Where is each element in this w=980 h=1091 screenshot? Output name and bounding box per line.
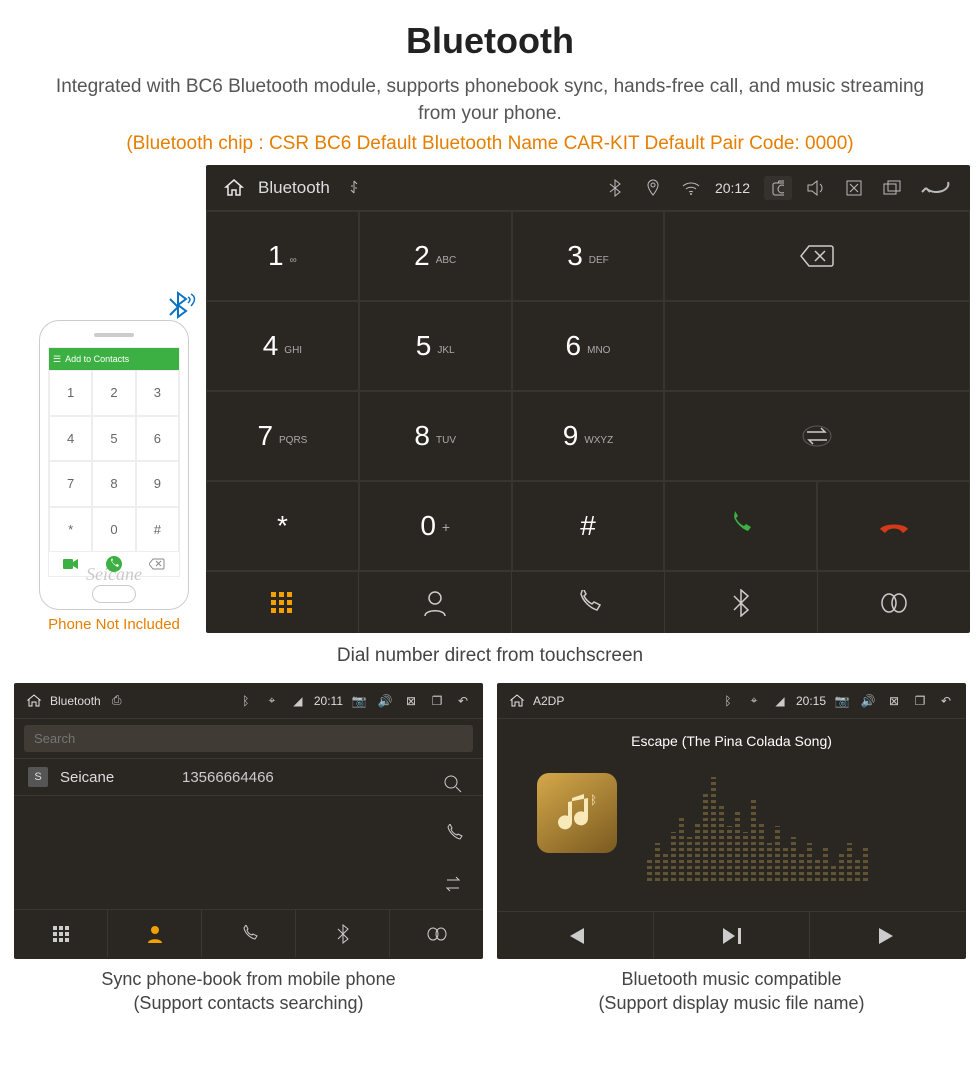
dialpad-key-0[interactable]: 0+ — [359, 481, 512, 571]
contact-name: Seicane — [60, 769, 170, 786]
wifi-icon: ◢ — [770, 694, 790, 708]
call-icon[interactable] — [443, 824, 463, 844]
close-icon[interactable]: ⊠ — [884, 694, 904, 708]
back-icon[interactable] — [916, 179, 956, 197]
tab-bluetooth[interactable] — [296, 910, 390, 957]
music-note-icon: ᛒ — [537, 773, 617, 853]
tab-pair[interactable] — [818, 572, 970, 633]
dialpad-empty-1 — [664, 301, 970, 391]
tab-dialpad[interactable] — [14, 910, 108, 957]
song-title: Escape (The Pina Colada Song) — [631, 733, 832, 749]
status-bar: Bluetooth 20:12 — [206, 165, 970, 211]
phonebook-caption: Sync phone-book from mobile phone(Suppor… — [14, 967, 483, 1016]
dialpad-key-6[interactable]: 6MNO — [512, 301, 665, 391]
wifi-icon — [677, 181, 705, 195]
dialpad-key-5[interactable]: 5JKL — [359, 301, 512, 391]
location-icon — [639, 179, 667, 197]
tab-contacts[interactable] — [359, 572, 512, 633]
watermark: Seicane — [86, 564, 142, 585]
dialpad-key-4[interactable]: 4GHI — [206, 301, 359, 391]
app-title: A2DP — [533, 694, 564, 708]
clock-time: 20:15 — [796, 694, 826, 708]
page-description: Integrated with BC6 Bluetooth module, su… — [40, 74, 940, 127]
home-icon[interactable] — [220, 177, 248, 199]
recent-apps-icon[interactable] — [878, 180, 906, 196]
recent-apps-icon[interactable]: ❐ — [427, 694, 447, 708]
dialpad: 1∞ 2ABC 3DEF 4GHI 5JKL 6MNO 7PQRS 8TUV 9… — [206, 211, 970, 571]
camera-icon[interactable] — [764, 176, 792, 200]
dialpad-backspace[interactable] — [664, 211, 970, 301]
head-unit-dialer: Bluetooth 20:12 1∞ 2ABC 3DEF 4GHI 5JKL 6… — [206, 165, 970, 633]
bluetooth-status-icon: ᛒ — [236, 694, 256, 708]
dialpad-swap-button[interactable] — [664, 391, 970, 481]
dialpad-key-8[interactable]: 8TUV — [359, 391, 512, 481]
close-icon[interactable]: ⊠ — [401, 694, 421, 708]
location-icon: ⌖ — [744, 693, 764, 708]
tab-pair[interactable] — [390, 910, 483, 957]
wifi-icon: ◢ — [288, 694, 308, 708]
play-pause-button[interactable] — [654, 912, 811, 959]
dialpad-key-1[interactable]: 1∞ — [206, 211, 359, 301]
dialer-caption: Dial number direct from touchscreen — [0, 645, 980, 667]
contact-row[interactable]: S Seicane 13566664466 — [14, 759, 483, 796]
dialpad-key-9[interactable]: 9WXYZ — [512, 391, 665, 481]
equalizer-visual — [647, 771, 946, 881]
phone-topbar: ☰ Add to Contacts — [49, 348, 179, 370]
camera-icon[interactable]: 📷 — [832, 694, 852, 708]
recent-apps-icon[interactable]: ❐ — [910, 694, 930, 708]
music-panel: A2DP ᛒ ⌖ ◢ 20:15 📷 🔊 ⊠ ❐ ↶ Escape (The P… — [497, 683, 966, 959]
clock-time: 20:12 — [715, 180, 750, 196]
phonebook-panel: Bluetooth ⎙ ᛒ ⌖ ◢ 20:11 📷 🔊 ⊠ ❐ ↶ S Seic… — [14, 683, 483, 959]
bluetooth-status-icon — [601, 179, 629, 197]
app-title: Bluetooth — [258, 178, 330, 198]
tab-bluetooth[interactable] — [665, 572, 818, 633]
tab-dialpad[interactable] — [206, 572, 359, 633]
tab-history[interactable] — [202, 910, 296, 957]
next-track-button[interactable] — [810, 912, 966, 959]
backspace-icon — [136, 552, 179, 576]
home-icon[interactable] — [507, 693, 527, 709]
bluetooth-status-icon: ᛒ — [718, 694, 738, 708]
phone-not-included-note: Phone Not Included — [30, 616, 198, 633]
music-caption: Bluetooth music compatible(Support displ… — [497, 967, 966, 1016]
tab-contacts[interactable] — [108, 910, 202, 957]
location-icon: ⌖ — [262, 693, 282, 708]
camera-icon[interactable]: 📷 — [349, 694, 369, 708]
app-title: Bluetooth — [50, 694, 101, 708]
svg-text:ᛒ: ᛒ — [590, 793, 597, 807]
home-icon[interactable] — [24, 693, 44, 709]
dialpad-key-3[interactable]: 3DEF — [512, 211, 665, 301]
tab-history[interactable] — [512, 572, 665, 633]
bluetooth-spec: (Bluetooth chip : CSR BC6 Default Blueto… — [40, 133, 940, 155]
dialpad-hangup-button[interactable] — [817, 481, 970, 571]
back-icon[interactable]: ↶ — [453, 694, 473, 708]
page-title: Bluetooth — [40, 20, 940, 62]
phone-dialpad: 123 456 789 *0# — [49, 370, 179, 552]
dialpad-key-star[interactable]: * — [206, 481, 359, 571]
bottom-tabs — [206, 571, 970, 633]
previous-track-button[interactable] — [497, 912, 654, 959]
volume-icon[interactable]: 🔊 — [375, 694, 395, 708]
volume-icon[interactable]: 🔊 — [858, 694, 878, 708]
volume-icon[interactable] — [802, 179, 830, 197]
bluetooth-signal-icon — [160, 289, 196, 325]
close-icon[interactable] — [840, 179, 868, 197]
search-input[interactable] — [24, 725, 473, 752]
contact-badge: S — [28, 767, 48, 787]
sync-icon[interactable] — [443, 874, 463, 894]
search-icon[interactable] — [443, 774, 463, 794]
back-icon[interactable]: ↶ — [936, 694, 956, 708]
clock-time: 20:11 — [314, 694, 343, 708]
contact-phone: 13566664466 — [182, 769, 274, 786]
dialpad-key-hash[interactable]: # — [512, 481, 665, 571]
dialpad-key-2[interactable]: 2ABC — [359, 211, 512, 301]
usb-icon: ⎙ — [107, 693, 127, 708]
dialpad-call-button[interactable] — [664, 481, 817, 571]
usb-icon — [340, 180, 368, 196]
dialpad-key-7[interactable]: 7PQRS — [206, 391, 359, 481]
phone-mockup: ☰ Add to Contacts 123 456 789 *0# Seican… — [30, 320, 198, 633]
